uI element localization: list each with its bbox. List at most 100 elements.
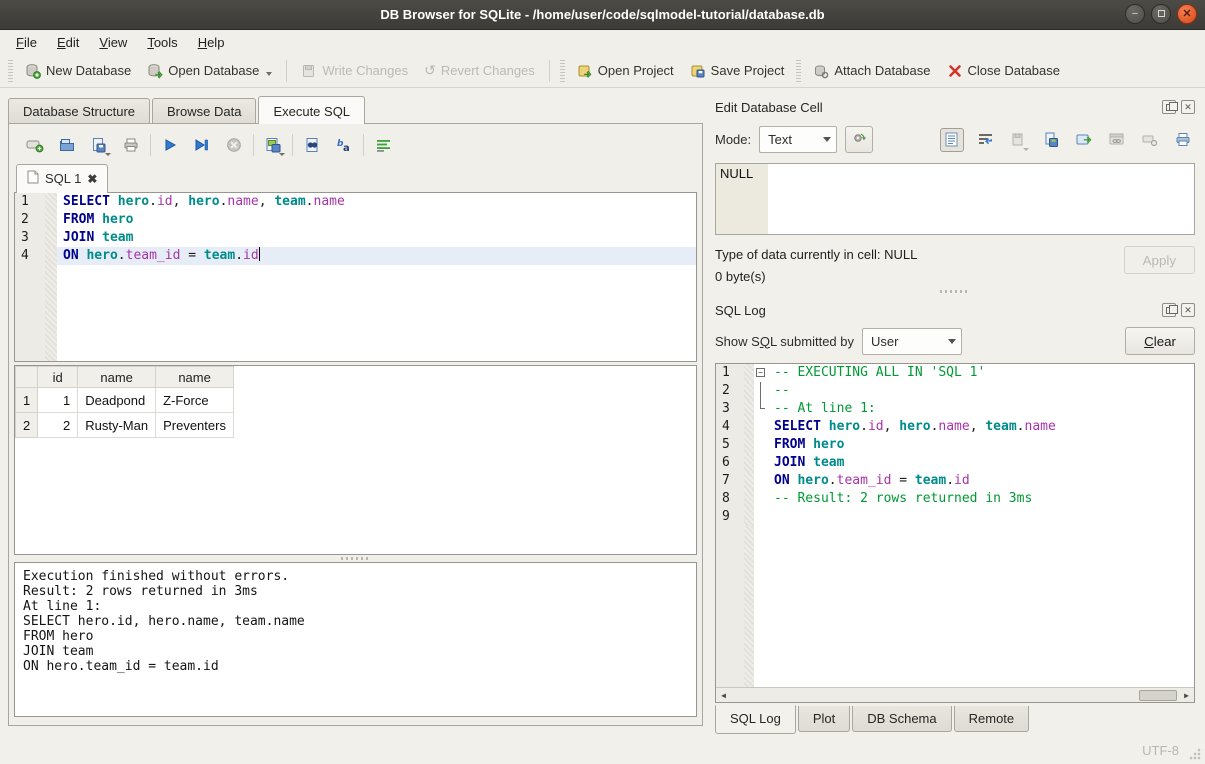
editor-line[interactable]: 2 FROM hero (15, 211, 696, 229)
mode-select[interactable]: Text (759, 126, 837, 153)
column-header-name[interactable]: name (156, 367, 234, 388)
auto-mode-button[interactable] (845, 126, 873, 153)
scroll-right-icon[interactable]: ▶ (1179, 691, 1194, 700)
menu-file[interactable]: File (6, 32, 47, 53)
print-icon[interactable] (1171, 128, 1195, 152)
float-dock-icon[interactable] (1162, 100, 1176, 114)
close-dock-icon[interactable]: ✕ (1181, 303, 1195, 317)
text-mode-icon[interactable] (940, 128, 964, 152)
attach-database-icon (813, 63, 829, 79)
results-grid[interactable]: id name name 1 1 Deadpond Z-Force 2 (14, 365, 697, 555)
menu-help[interactable]: Help (188, 32, 235, 53)
encoding-indicator[interactable]: UTF-8 (1142, 743, 1179, 758)
editor-line-current[interactable]: 4 ON hero.team_id = team.id (15, 247, 696, 265)
tab-db-schema[interactable]: DB Schema (852, 706, 951, 732)
sql-editor[interactable]: 1 SELECT hero.id, hero.name, team.name 2… (14, 192, 697, 362)
table-row[interactable]: 2 2 Rusty-Man Preventers (16, 413, 234, 438)
cell[interactable]: Rusty-Man (78, 413, 156, 438)
titlebar[interactable]: DB Browser for SQLite - /home/user/code/… (0, 0, 1205, 30)
log-line: 6 JOIN team (716, 454, 1194, 472)
tab-browse-data[interactable]: Browse Data (152, 98, 256, 124)
chevron-down-icon (818, 137, 836, 142)
open-sql-file-icon[interactable] (54, 133, 80, 157)
cell-size-info: 0 byte(s) (715, 266, 1124, 288)
new-database-button[interactable]: New Database (17, 59, 139, 83)
text-cursor (259, 247, 260, 261)
main-area: Database Structure Browse Data Execute S… (0, 88, 1205, 736)
float-dock-icon[interactable] (1162, 303, 1176, 317)
menu-view[interactable]: View (89, 32, 137, 53)
find-icon[interactable] (299, 133, 325, 157)
fold-marker-icon[interactable]: − (756, 368, 765, 377)
tab-plot[interactable]: Plot (798, 706, 850, 732)
toolbar-grip[interactable] (560, 60, 565, 82)
close-database-button[interactable]: Close Database (939, 59, 1069, 83)
dock-area: Edit Database Cell ✕ Mode: Text (703, 88, 1205, 736)
splitter-handle[interactable] (715, 288, 1195, 295)
tab-execute-sql[interactable]: Execute SQL (258, 96, 365, 124)
export-icon[interactable] (1072, 128, 1096, 152)
submitted-by-select[interactable]: User (862, 328, 962, 355)
clear-button[interactable]: Clear (1125, 327, 1195, 355)
menubar: File Edit View Tools Help (0, 30, 1205, 54)
main-toolbar: New Database Open Database Write Changes… (0, 54, 1205, 88)
cell-value: NULL (716, 164, 768, 234)
word-wrap-icon[interactable] (370, 133, 396, 157)
log-line: 7 ON hero.team_id = team.id (716, 472, 1194, 490)
word-wrap-icon[interactable] (973, 128, 997, 152)
open-database-dropdown-icon[interactable] (266, 72, 272, 76)
cell[interactable]: Z-Force (156, 388, 234, 413)
menu-tools[interactable]: Tools (137, 32, 187, 53)
sql-doc-tabbar: SQL 1 ✖ (14, 164, 697, 193)
log-line: 3 -- At line 1: (716, 400, 1194, 418)
attach-database-button[interactable]: Attach Database (805, 59, 938, 83)
editor-line[interactable]: 1 SELECT hero.id, hero.name, team.name (15, 193, 696, 211)
save-results-icon[interactable] (260, 133, 286, 157)
tab-remote[interactable]: Remote (954, 706, 1030, 732)
cell[interactable]: 1 (38, 388, 78, 413)
execution-message-box[interactable]: Execution finished without errors. Resul… (14, 562, 697, 717)
sql-editor-toolbar: ba (14, 130, 697, 164)
set-null-icon (1138, 128, 1162, 152)
column-header-name[interactable]: name (78, 367, 156, 388)
close-dock-icon[interactable]: ✕ (1181, 100, 1195, 114)
execute-all-icon[interactable] (157, 133, 183, 157)
open-database-button[interactable]: Open Database (139, 59, 280, 83)
maximize-icon[interactable] (1151, 4, 1171, 24)
menu-edit[interactable]: Edit (47, 32, 89, 53)
table-row[interactable]: 1 1 Deadpond Z-Force (16, 388, 234, 413)
cell[interactable]: Preventers (156, 413, 234, 438)
cell[interactable]: Deadpond (78, 388, 156, 413)
sql-doc-tab[interactable]: SQL 1 ✖ (16, 164, 108, 193)
minimize-icon[interactable]: − (1125, 4, 1145, 24)
tab-sql-log[interactable]: SQL Log (715, 705, 796, 734)
execute-current-line-icon[interactable] (189, 133, 215, 157)
print-icon[interactable] (118, 133, 144, 157)
resize-grip[interactable] (1189, 748, 1201, 760)
editor-line[interactable]: 3 JOIN team (15, 229, 696, 247)
save-file-icon[interactable] (1039, 128, 1063, 152)
toolbar-grip[interactable] (796, 60, 801, 82)
close-icon[interactable]: ✕ (1177, 4, 1197, 24)
cell-type-info: Type of data currently in cell: NULL (715, 244, 1124, 266)
app-window: DB Browser for SQLite - /home/user/code/… (0, 0, 1205, 764)
cell-editor[interactable]: NULL (715, 163, 1195, 235)
scrollbar-thumb[interactable] (1139, 690, 1177, 701)
open-project-button[interactable]: Open Project (569, 59, 682, 83)
scroll-left-icon[interactable]: ◀ (716, 691, 731, 700)
sql-log-view[interactable]: 1 − -- EXECUTING ALL IN 'SQL 1' 2 -- 3 -… (715, 363, 1195, 703)
toolbar-grip[interactable] (8, 60, 13, 82)
save-sql-file-icon[interactable] (86, 133, 112, 157)
new-sql-tab-icon[interactable] (22, 133, 48, 157)
column-header-id[interactable]: id (38, 367, 78, 388)
cell[interactable]: 2 (38, 413, 78, 438)
horizontal-scrollbar[interactable]: ◀ ▶ (716, 687, 1194, 702)
save-project-button[interactable]: Save Project (682, 59, 793, 83)
close-sql-tab-icon[interactable]: ✖ (87, 172, 97, 186)
tab-database-structure[interactable]: Database Structure (8, 98, 150, 124)
new-database-icon (25, 63, 41, 79)
splitter-handle[interactable] (14, 555, 697, 562)
format-sql-icon[interactable]: ba (331, 133, 357, 157)
edit-cell-dock-title: Edit Database Cell ✕ (715, 96, 1195, 118)
svg-text:a: a (343, 143, 350, 153)
